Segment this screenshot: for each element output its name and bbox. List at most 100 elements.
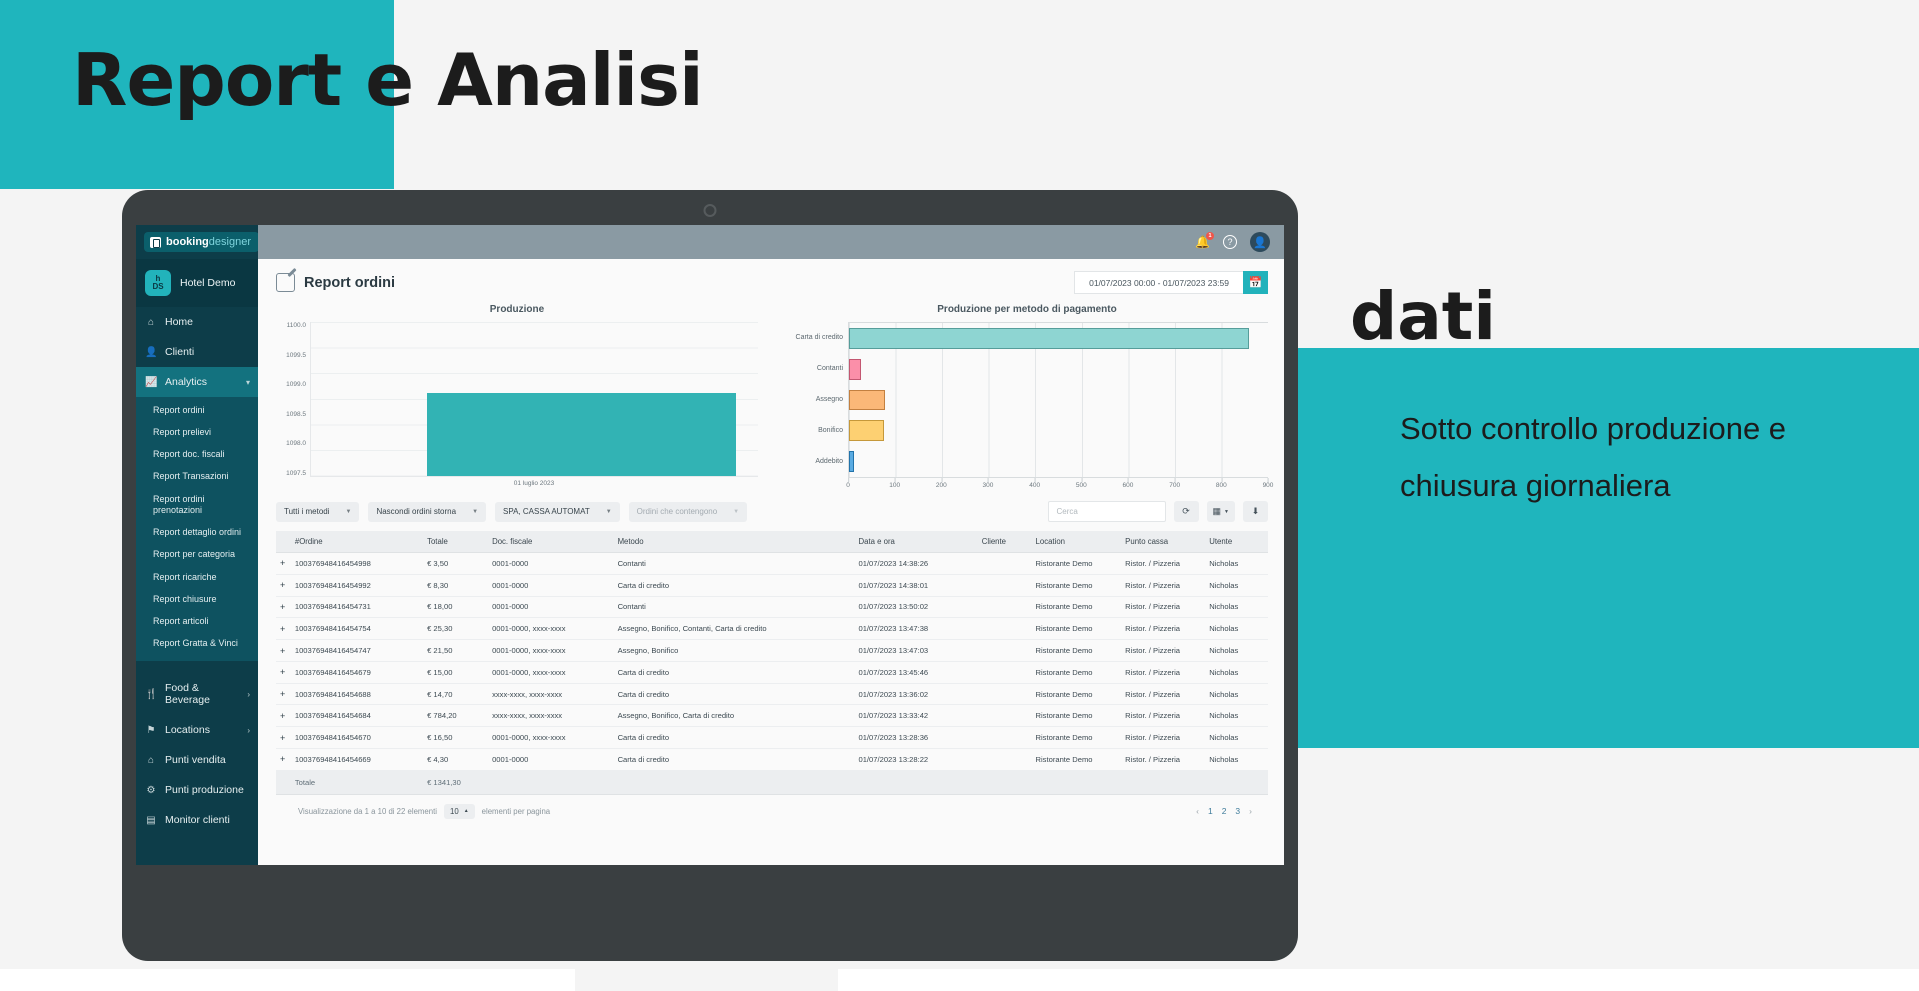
sidebar-subitem-report-dettaglio-ordini[interactable]: Report dettaglio ordini bbox=[136, 522, 258, 544]
table-row[interactable]: +100376948416454747 € 21,50 0001-0000, xxx… bbox=[276, 639, 1268, 662]
cell-utente: Nicholas bbox=[1205, 574, 1268, 597]
sidebar-item-clienti[interactable]: 👤 Clienti bbox=[136, 337, 258, 367]
bar-assegno[interactable] bbox=[849, 389, 886, 411]
plus-icon[interactable]: + bbox=[276, 726, 291, 750]
column-chart-bar[interactable] bbox=[427, 392, 736, 476]
help-icon[interactable]: ? bbox=[1223, 235, 1237, 249]
sidebar-item-punti-produzione[interactable]: ⚙ Punti produzione bbox=[136, 775, 258, 805]
avatar[interactable]: 👤 bbox=[1250, 232, 1270, 252]
column-header-ordine[interactable]: #Ordine bbox=[290, 531, 424, 553]
search-input[interactable]: Cerca bbox=[1047, 501, 1166, 522]
bar-contanti[interactable] bbox=[849, 358, 861, 380]
filter-ordini-contengono[interactable]: Ordini che contengono ▼ bbox=[628, 501, 748, 522]
plus-icon[interactable]: + bbox=[276, 661, 291, 684]
hotel-selector[interactable]: h DS Hotel Demo bbox=[136, 259, 258, 307]
page-button-1[interactable]: 1 bbox=[1208, 806, 1213, 816]
sidebar-subitem-report-chiusure[interactable]: Report chiusure bbox=[136, 588, 258, 610]
date-range-picker[interactable]: 01/07/2023 00:00 - 01/07/2023 23:59 📅 bbox=[1074, 271, 1268, 294]
per-page-selector[interactable]: 10 ▲ bbox=[444, 803, 475, 819]
filter-punti-cassa[interactable]: SPA, CASSA AUTOMAT ▼ bbox=[495, 501, 620, 522]
table-row[interactable]: +100376948416454731 € 18,00 0001-0000 Conta… bbox=[276, 596, 1268, 619]
page-button-2[interactable]: 2 bbox=[1222, 806, 1227, 816]
cell-totale: € 4,30 bbox=[423, 748, 489, 771]
sidebar-item-label: Punti produzione bbox=[165, 784, 244, 796]
sidebar-item-food-beverage[interactable]: 🍴 Food & Beverage › bbox=[136, 673, 258, 715]
cell-metodo: Carta di credito bbox=[613, 574, 855, 597]
sidebar-item-analytics[interactable]: 📈 Analytics ▾ bbox=[136, 367, 258, 397]
bar-bonifico[interactable] bbox=[849, 420, 884, 442]
bar-addebito[interactable] bbox=[849, 451, 854, 473]
sidebar-brand[interactable]: bookingdesigner ☰ bbox=[136, 225, 258, 259]
date-range-input[interactable]: 01/07/2023 00:00 - 01/07/2023 23:59 bbox=[1074, 271, 1243, 294]
cell-loc: Ristorante Demo bbox=[1031, 661, 1122, 684]
bar-category-label: Bonifico bbox=[818, 427, 843, 434]
table-row[interactable]: +100376948416454998 € 3,50 0001-0000 Contan… bbox=[276, 552, 1268, 575]
sidebar-subitem-report-ricariche[interactable]: Report ricariche bbox=[136, 566, 258, 588]
plus-icon[interactable]: + bbox=[276, 639, 291, 662]
cell-data: 01/07/2023 13:36:02 bbox=[854, 683, 978, 706]
cell-data: 01/07/2023 13:45:46 bbox=[854, 661, 978, 684]
sidebar-subitem-report-articoli[interactable]: Report articoli bbox=[136, 611, 258, 633]
store-icon: ⌂ bbox=[147, 754, 155, 766]
table-row[interactable]: +100376948416454670 € 16,50 0001-0000, xxx… bbox=[276, 726, 1268, 750]
plus-icon[interactable]: + bbox=[276, 704, 291, 728]
column-header-totale[interactable]: Totale bbox=[423, 531, 489, 553]
cell-totale: € 784,20 bbox=[423, 704, 489, 728]
sidebar-item-home[interactable]: ⌂ Home bbox=[136, 307, 258, 337]
column-header-metodo[interactable]: Metodo bbox=[613, 531, 855, 553]
cell-metodo: Carta di credito bbox=[613, 726, 855, 750]
filter-ordini-storno[interactable]: Nascondi ordini storna ▼ bbox=[368, 501, 487, 522]
column-header-doc-fiscale[interactable]: Doc. fiscale bbox=[488, 531, 614, 553]
sidebar-subitem-report-ordini[interactable]: Report ordini bbox=[136, 399, 258, 421]
chevron-right-icon: › bbox=[247, 725, 250, 735]
column-header-utente[interactable]: Utente bbox=[1205, 531, 1268, 553]
payment-method-chart: Produzione per metodo di pagamento Carta… bbox=[786, 304, 1274, 491]
download-icon[interactable]: ⬇ bbox=[1243, 501, 1268, 522]
sidebar-subitem-report-prelievi[interactable]: Report prelievi bbox=[136, 421, 258, 443]
column-header-location[interactable]: Location bbox=[1031, 531, 1122, 553]
cell-cliente bbox=[977, 748, 1032, 771]
xtick-label: 600 bbox=[1122, 478, 1134, 489]
plus-icon[interactable]: + bbox=[276, 596, 291, 619]
app-screen: bookingdesigner ☰ h DS Hotel Demo ⌂ Home… bbox=[136, 225, 1284, 865]
sidebar-subitem-report-ordini-prenotazioni[interactable]: Report ordini prenotazioni bbox=[136, 488, 258, 522]
sidebar-item-monitor-clienti[interactable]: ▤ Monitor clienti bbox=[136, 805, 258, 835]
home-icon: ⌂ bbox=[147, 316, 155, 328]
bell-icon[interactable]: 🔔 1 bbox=[1195, 232, 1214, 249]
plus-icon[interactable]: + bbox=[276, 552, 291, 575]
cell-totale: € 21,50 bbox=[423, 639, 489, 662]
plus-icon[interactable]: + bbox=[276, 574, 291, 597]
page-button-3[interactable]: 3 bbox=[1235, 806, 1240, 816]
column-header-punto-cassa[interactable]: Punto cassa bbox=[1121, 531, 1206, 553]
sidebar-subitem-report-per-categoria[interactable]: Report per categoria bbox=[136, 544, 258, 566]
sidebar-subitem-report-transazioni[interactable]: Report Transazioni bbox=[136, 466, 258, 488]
column-header-data-ora[interactable]: Data e ora bbox=[854, 531, 978, 553]
table-row[interactable]: +100376948416454992 € 8,30 0001-0000 Carta … bbox=[276, 574, 1268, 597]
table-row[interactable]: +100376948416454669 € 4,30 0001-0000 Carta … bbox=[276, 748, 1268, 771]
bar-carta-di-credito[interactable] bbox=[849, 327, 1250, 349]
plus-icon[interactable]: + bbox=[276, 617, 291, 641]
plus-icon[interactable]: + bbox=[276, 748, 291, 771]
prev-page-button[interactable]: ‹ bbox=[1196, 806, 1199, 816]
brand-pill[interactable]: bookingdesigner bbox=[144, 232, 258, 252]
sidebar-item-locations[interactable]: ⚑ Locations › bbox=[136, 715, 258, 745]
brand-text: bookingdesigner bbox=[166, 236, 251, 248]
next-page-button[interactable]: › bbox=[1249, 806, 1252, 816]
table-row[interactable]: +100376948416454688 € 14,70 xxxx-xxxx, xxx… bbox=[276, 683, 1268, 706]
columns-icon[interactable]: ▦ ▼ bbox=[1206, 501, 1235, 522]
column-chart-xlabel: 01 luglio 2023 bbox=[513, 480, 555, 487]
chart-title: Produzione per metodo di pagamento bbox=[937, 304, 1117, 315]
refresh-icon[interactable]: ⟳ bbox=[1173, 501, 1199, 522]
column-header-cliente[interactable]: Cliente bbox=[977, 531, 1032, 553]
table-row[interactable]: +100376948416454684 € 784,20 xxxx-xxxx, xx… bbox=[276, 704, 1268, 728]
calendar-icon[interactable]: 📅 bbox=[1243, 271, 1268, 294]
table-row[interactable]: +100376948416454679 € 15,00 0001-0000, xxx… bbox=[276, 661, 1268, 684]
bar-row bbox=[849, 446, 1268, 477]
sidebar-subitem-report-doc-fiscali[interactable]: Report doc. fiscali bbox=[136, 444, 258, 466]
plus-icon[interactable]: + bbox=[276, 683, 291, 706]
sidebar-item-punti-vendita[interactable]: ⌂ Punti vendita bbox=[136, 745, 258, 775]
sidebar-subitem-report-gratta-vinci[interactable]: Report Gratta & Vinci bbox=[136, 633, 258, 655]
table-row[interactable]: +100376948416454754 € 25,30 0001-0000, xxx… bbox=[276, 617, 1268, 641]
filter-metodi[interactable]: Tutti i metodi ▼ bbox=[276, 501, 360, 522]
ytick: 1098.5 bbox=[286, 410, 306, 418]
